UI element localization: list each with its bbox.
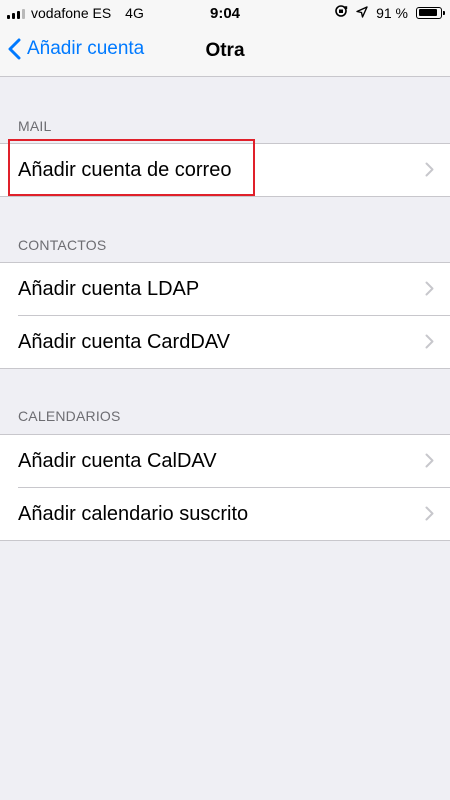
mail-group: Añadir cuenta de correo: [0, 143, 450, 197]
battery-icon: [416, 6, 445, 19]
chevron-left-icon: [8, 38, 21, 60]
status-right: 91 %: [334, 4, 445, 21]
row-label: Añadir cuenta CalDAV: [18, 449, 217, 472]
section-header-calendars: CALENDARIOS: [18, 408, 121, 424]
orientation-lock-icon: [334, 4, 348, 21]
row-label: Añadir calendario suscrito: [18, 502, 249, 525]
contacts-group: Añadir cuenta LDAP Añadir cuenta CardDAV: [0, 262, 450, 369]
section-header-mail: MAIL: [18, 118, 52, 134]
add-ldap-account-row[interactable]: Añadir cuenta LDAP: [0, 263, 450, 315]
chevron-right-icon: [425, 453, 434, 468]
add-mail-account-row[interactable]: Añadir cuenta de correo: [0, 144, 450, 196]
location-icon: [356, 5, 368, 21]
chevron-right-icon: [425, 162, 434, 177]
status-bar: vodafone ES 4G 9:04 91 %: [0, 0, 450, 28]
chevron-right-icon: [425, 334, 434, 349]
row-label: Añadir cuenta LDAP: [18, 277, 200, 300]
calendars-group: Añadir cuenta CalDAV Añadir calendario s…: [0, 434, 450, 541]
battery-percent: 91 %: [376, 4, 408, 21]
add-caldav-account-row[interactable]: Añadir cuenta CalDAV: [0, 435, 450, 487]
section-header-contacts: CONTACTOS: [18, 237, 107, 253]
add-carddav-account-row[interactable]: Añadir cuenta CardDAV: [0, 315, 450, 368]
add-subscribed-calendar-row[interactable]: Añadir calendario suscrito: [0, 487, 450, 540]
chevron-right-icon: [425, 506, 434, 521]
back-button-label: Añadir cuenta: [27, 38, 145, 59]
row-label: Añadir cuenta CardDAV: [18, 330, 230, 353]
navigation-bar: Añadir cuenta Otra: [0, 28, 450, 77]
back-button[interactable]: Añadir cuenta: [8, 38, 144, 60]
chevron-right-icon: [425, 281, 434, 296]
row-label: Añadir cuenta de correo: [18, 158, 232, 181]
